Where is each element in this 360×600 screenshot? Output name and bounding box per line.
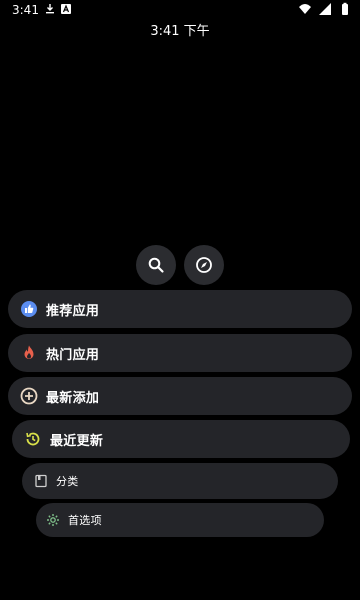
menu-item-label: 热门应用 [46,347,100,363]
menu-item-recently-updated[interactable]: 最近更新 [12,420,350,458]
menu-item-newly-added[interactable]: 最新添加 [8,377,352,415]
fire-icon [20,344,38,362]
menu-item-label: 最新添加 [46,390,100,406]
status-time: 3:41 [12,3,39,17]
add-circle-icon [20,387,38,405]
status-bar: 3:41 [0,0,360,20]
explore-button[interactable] [184,245,224,285]
history-icon [24,430,42,448]
menu-item-label: 分类 [56,475,79,488]
search-button[interactable] [136,245,176,285]
thumbs-up-icon [20,300,38,318]
a-square-icon [60,3,72,15]
signal-icon [318,2,332,16]
menu-item-recommended[interactable]: 推荐应用 [8,290,352,328]
download-icon [44,3,56,15]
compass-icon [195,256,213,274]
book-icon [34,474,48,488]
menu-item-categories[interactable]: 分类 [22,463,338,499]
clock-text: 3:41 下午 [150,24,210,39]
menu-item-label: 首选项 [68,514,102,527]
menu-item-label: 最近更新 [50,433,104,449]
settings-icon [46,513,60,527]
menu-item-preferences[interactable]: 首选项 [36,503,324,537]
menu-item-popular[interactable]: 热门应用 [8,334,352,372]
battery-icon [338,2,352,16]
wifi-icon [298,2,312,16]
search-icon [147,256,165,274]
menu-item-label: 推荐应用 [46,303,100,319]
